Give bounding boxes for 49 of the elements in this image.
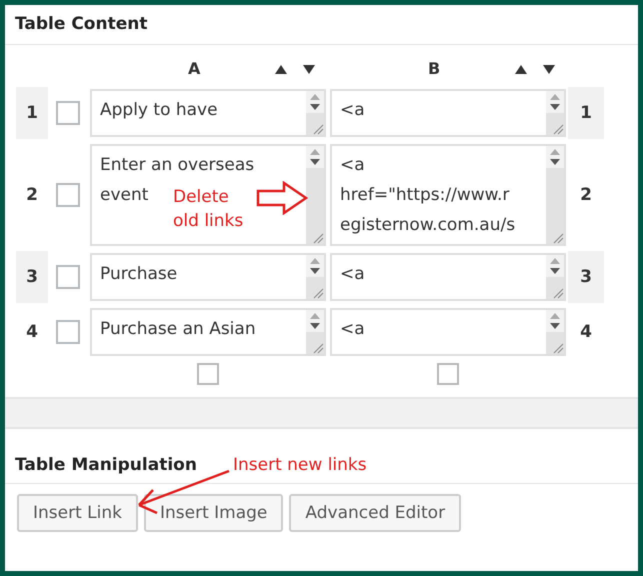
toolbar-button[interactable]: Insert Image xyxy=(144,494,284,532)
resize-grip-icon[interactable] xyxy=(312,232,324,244)
cell-text-area[interactable]: <a xyxy=(330,89,566,137)
cell-text-area[interactable]: Purchase an Asian xyxy=(90,308,326,356)
scroll-arrows-icon[interactable] xyxy=(306,146,324,168)
resize-grip-icon[interactable] xyxy=(552,287,564,299)
row-checkbox[interactable] xyxy=(56,101,80,125)
column-checkbox[interactable] xyxy=(197,363,219,385)
scroll-arrows-icon[interactable] xyxy=(306,310,324,332)
row-number: 3 xyxy=(16,251,48,303)
scroll-arrows-icon[interactable] xyxy=(546,146,564,168)
cell-text-area[interactable]: <a xyxy=(330,308,566,356)
row-number: 2 xyxy=(579,184,593,207)
resize-grip-icon[interactable] xyxy=(552,123,564,135)
cell-text-area[interactable]: Apply to have xyxy=(90,89,326,137)
annotation-text: Insert new links xyxy=(233,454,367,477)
row-number: 3 xyxy=(568,251,604,303)
row-number: 2 xyxy=(25,184,39,207)
column-checkbox[interactable] xyxy=(437,363,459,385)
resize-grip-icon[interactable] xyxy=(312,123,324,135)
column-header: A xyxy=(188,59,200,78)
cell-text-area[interactable]: <a xyxy=(330,253,566,301)
cell-text-area[interactable]: <a href="https://www.r egisternow.com.au/s xyxy=(330,144,566,246)
outline-arrow-icon xyxy=(256,181,308,215)
resize-grip-icon[interactable] xyxy=(552,342,564,354)
cell-text-area[interactable]: Purchase xyxy=(90,253,326,301)
scroll-arrows-icon[interactable] xyxy=(546,255,564,277)
row-number: 1 xyxy=(568,87,604,139)
row-checkbox[interactable] xyxy=(56,183,80,207)
column-header: B xyxy=(428,59,440,78)
resize-grip-icon[interactable] xyxy=(312,287,324,299)
toolbar-button[interactable]: Advanced Editor xyxy=(289,494,462,532)
scroll-arrows-icon[interactable] xyxy=(306,255,324,277)
row-number: 1 xyxy=(16,87,48,139)
sort-arrows-icon[interactable] xyxy=(514,62,556,74)
row-number: 4 xyxy=(25,321,39,344)
row-checkbox[interactable] xyxy=(56,320,80,344)
annotation-text: Delete old links xyxy=(173,186,244,233)
resize-grip-icon[interactable] xyxy=(552,232,564,244)
scroll-arrows-icon[interactable] xyxy=(546,91,564,113)
toolbar-button[interactable]: Insert Link xyxy=(17,494,138,532)
scroll-arrows-icon[interactable] xyxy=(306,91,324,113)
row-checkbox[interactable] xyxy=(56,265,80,289)
scroll-arrows-icon[interactable] xyxy=(546,310,564,332)
row-number: 4 xyxy=(579,321,593,344)
section-title: Table Manipulation xyxy=(15,455,197,475)
resize-grip-icon[interactable] xyxy=(312,342,324,354)
panel-title: Table Content xyxy=(5,5,638,45)
sort-arrows-icon[interactable] xyxy=(274,62,316,74)
